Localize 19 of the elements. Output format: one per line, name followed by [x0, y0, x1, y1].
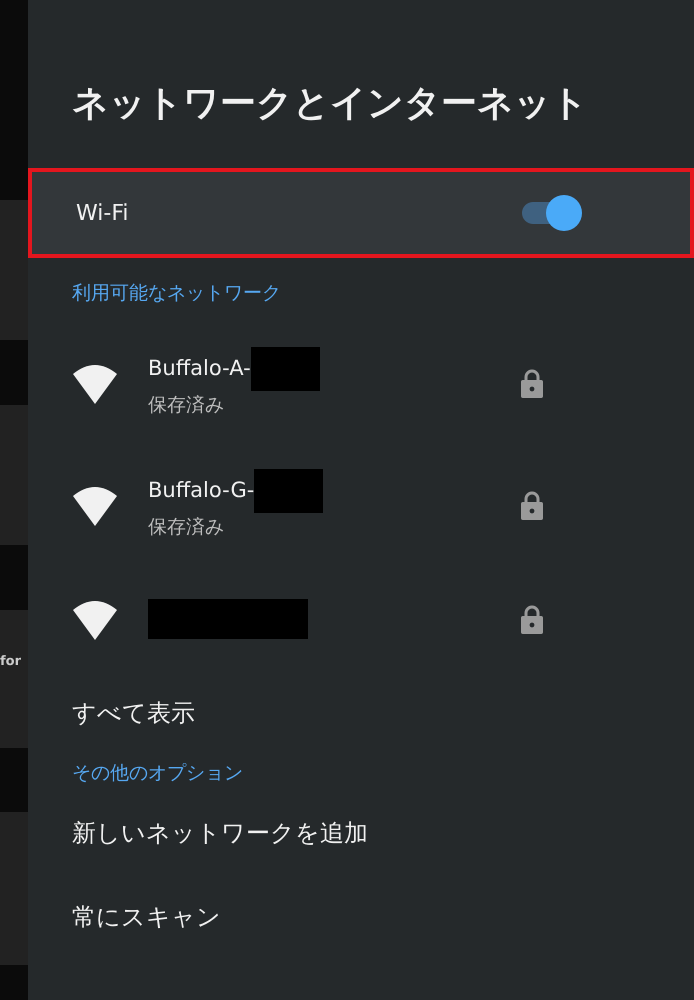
- section-header: その他のオプション: [71, 760, 244, 786]
- network-item[interactable]: Buffalo-A- 保存済み: [28, 320, 694, 446]
- highlighted-row[interactable]: Wi-Fi: [28, 168, 694, 258]
- network-item[interactable]: Buffalo-G- 保存済み: [28, 446, 694, 564]
- menu-item[interactable]: 新しいネットワークを追加: [28, 792, 694, 874]
- page-title: ネットワークとインターネット: [71, 82, 589, 126]
- section-header: 利用可能なネットワーク: [71, 280, 282, 306]
- wifi-icon: [72, 362, 118, 404]
- network-status: 保存済み: [148, 514, 225, 540]
- network-name: Buffalo-A-: [148, 355, 251, 382]
- wifi-icon: [72, 598, 118, 640]
- wifi-icon: [72, 484, 118, 526]
- background-text: for: [0, 653, 22, 671]
- menu-item[interactable]: すべて表示: [28, 672, 694, 754]
- menu-item[interactable]: 常にスキャン: [28, 874, 694, 960]
- network-status: 保存済み: [148, 392, 225, 418]
- wifi-label: Wi-Fi: [76, 200, 130, 228]
- toggle-switch[interactable]: [520, 195, 582, 231]
- network-name: Buffalo-G-: [148, 477, 254, 504]
